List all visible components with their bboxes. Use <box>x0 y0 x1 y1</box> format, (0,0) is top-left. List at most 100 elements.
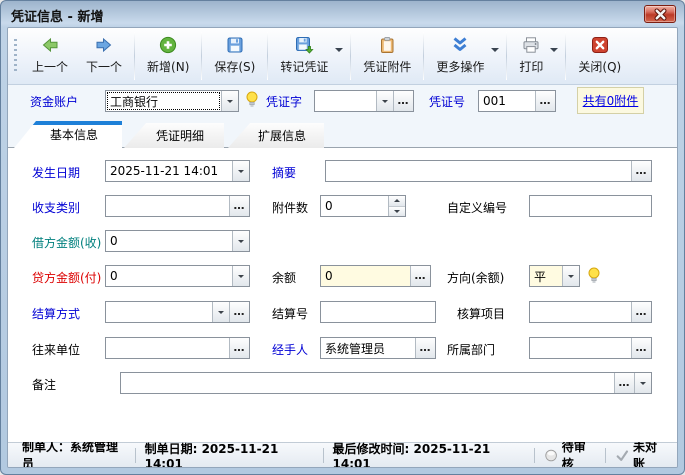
tab-extended-info[interactable]: 扩展信息 <box>228 123 324 148</box>
voucher-no-label: 凭证号 <box>429 93 465 110</box>
department-input[interactable] <box>530 338 631 358</box>
contact-unit-more-button[interactable] <box>229 338 249 358</box>
department-field[interactable] <box>529 337 652 359</box>
category-more-button[interactable] <box>229 196 249 216</box>
chevron-up-icon <box>394 196 400 202</box>
accounting-item-more-button[interactable] <box>631 302 651 322</box>
close-window-button[interactable]: 关闭(Q) <box>569 28 630 84</box>
dropdown-arrow-icon[interactable] <box>491 48 499 56</box>
direction-combobox[interactable] <box>529 265 580 287</box>
dropdown-arrow-icon[interactable] <box>550 48 558 56</box>
occur-date-dropdown-button[interactable] <box>232 161 249 181</box>
custom-no-label: 自定义编号 <box>447 199 507 216</box>
occur-date-label: 发生日期 <box>32 164 80 181</box>
account-dropdown-button[interactable] <box>221 91 238 111</box>
account-input[interactable] <box>106 91 221 111</box>
settle-method-input[interactable] <box>106 302 212 322</box>
prev-button[interactable]: 上一个 <box>23 28 77 84</box>
close-window-label: 关闭(Q) <box>578 58 621 75</box>
remark-dropdown-button[interactable] <box>634 373 651 393</box>
settle-no-input[interactable] <box>321 302 435 322</box>
handler-input[interactable] <box>321 338 415 358</box>
arrow-right-icon <box>94 35 114 55</box>
spinner-up-button[interactable] <box>389 196 405 207</box>
tab-basic-info-label: 基本信息 <box>50 126 98 143</box>
summary-field[interactable] <box>325 160 652 182</box>
window-close-button[interactable] <box>644 5 676 23</box>
attachment-count-spinner[interactable] <box>320 195 406 217</box>
contact-unit-input[interactable] <box>106 338 229 358</box>
status-separator <box>323 448 324 463</box>
custom-no-input[interactable] <box>530 196 651 216</box>
debit-dropdown-button[interactable] <box>232 231 249 251</box>
reconcile-status-badge: 未对账 <box>615 438 667 468</box>
debit-amount-combobox[interactable] <box>105 230 250 252</box>
titlebar[interactable]: 凭证信息 - 新增 <box>1 1 684 27</box>
form-row: 借方金额(收) <box>8 230 677 252</box>
category-field[interactable] <box>105 195 250 217</box>
new-button-label: 新增(N) <box>147 58 189 75</box>
voucher-attachment-button[interactable]: 凭证附件 <box>354 28 420 84</box>
audit-status-label: 待审核 <box>562 438 596 468</box>
settle-no-field[interactable] <box>320 301 436 323</box>
debit-amount-input[interactable] <box>106 231 232 251</box>
account-combobox[interactable] <box>105 90 239 112</box>
handler-more-button[interactable] <box>415 338 435 358</box>
form-row: 发生日期 摘要 <box>8 160 677 182</box>
window-title: 凭证信息 - 新增 <box>11 6 103 25</box>
save-transfer-icon <box>294 35 314 55</box>
lightbulb-icon[interactable] <box>244 90 260 110</box>
contact-unit-field[interactable] <box>105 337 250 359</box>
occur-date-input[interactable] <box>106 161 232 181</box>
new-button[interactable]: 新增(N) <box>138 28 198 84</box>
voucher-word-more-button[interactable] <box>393 91 413 111</box>
balance-more-button[interactable] <box>410 266 430 286</box>
toolbar-grip[interactable] <box>14 39 17 73</box>
summary-input[interactable] <box>326 161 631 181</box>
custom-no-field[interactable] <box>529 195 652 217</box>
voucher-attachment-label: 凭证附件 <box>363 58 411 75</box>
direction-input[interactable] <box>530 266 562 286</box>
next-button[interactable]: 下一个 <box>77 28 131 84</box>
settle-method-dropdown-button[interactable] <box>212 302 229 322</box>
department-more-button[interactable] <box>631 338 651 358</box>
voucher-word-input[interactable] <box>315 91 376 111</box>
arrow-left-icon <box>40 35 60 55</box>
print-button[interactable]: 打印 <box>510 31 552 81</box>
voucher-word-combobox[interactable] <box>314 90 414 112</box>
save-button[interactable]: 保存(S) <box>205 28 264 84</box>
form-row: 结算方式 结算号 核算项目 <box>8 301 677 323</box>
remark-field[interactable] <box>120 372 652 394</box>
remark-label: 备注 <box>32 376 56 393</box>
balance-input[interactable] <box>321 266 410 286</box>
attachment-count-input[interactable] <box>321 196 388 216</box>
voucher-no-input[interactable] <box>479 91 535 111</box>
remark-more-button[interactable] <box>614 373 634 393</box>
tab-voucher-detail[interactable]: 凭证明细 <box>124 123 224 148</box>
dropdown-arrow-icon[interactable] <box>335 48 343 56</box>
credit-amount-input[interactable] <box>106 266 232 286</box>
transfer-voucher-button[interactable]: 转记凭证 <box>271 31 337 81</box>
spinner-down-button[interactable] <box>389 207 405 217</box>
settle-method-label: 结算方式 <box>32 305 80 322</box>
handler-field[interactable] <box>320 337 436 359</box>
category-label: 收支类别 <box>32 199 80 216</box>
settle-method-more-button[interactable] <box>229 302 249 322</box>
attachment-count-link[interactable]: 共有0附件 <box>583 92 639 109</box>
occur-date-combobox[interactable] <box>105 160 250 182</box>
direction-dropdown-button[interactable] <box>562 266 579 286</box>
settle-method-combobox[interactable] <box>105 301 250 323</box>
voucher-no-more-button[interactable] <box>535 91 555 111</box>
more-actions-button[interactable]: 更多操作 <box>427 31 493 81</box>
remark-input[interactable] <box>121 373 614 393</box>
summary-more-button[interactable] <box>631 161 651 181</box>
lightbulb-icon[interactable] <box>586 266 602 286</box>
accounting-item-field[interactable] <box>529 301 652 323</box>
credit-amount-combobox[interactable] <box>105 265 250 287</box>
category-input[interactable] <box>106 196 229 216</box>
balance-field[interactable] <box>320 265 431 287</box>
voucher-word-dropdown-button[interactable] <box>376 91 393 111</box>
accounting-item-input[interactable] <box>530 302 631 322</box>
credit-dropdown-button[interactable] <box>232 266 249 286</box>
voucher-no-field[interactable] <box>478 90 556 112</box>
